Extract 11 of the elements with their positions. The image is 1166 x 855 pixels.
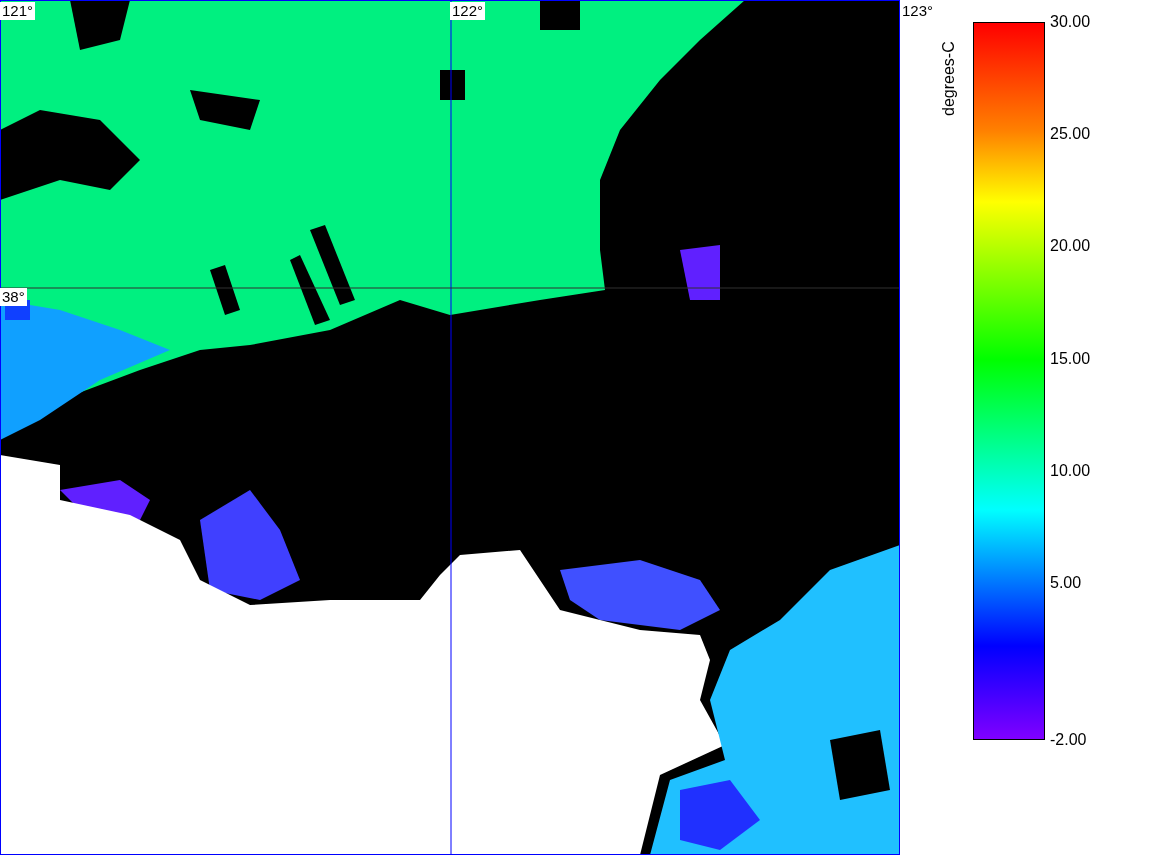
longitude-label: 121° (0, 2, 36, 20)
colorbar-title: degrees-C (940, 41, 958, 116)
scale-tick-label: 25.00 (1050, 125, 1091, 144)
scale-tick-label: 20.00 (1050, 237, 1091, 256)
scale-tick-label: 10.00 (1050, 461, 1091, 480)
scale-tick-label: 5.00 (1050, 573, 1082, 592)
scale-tick-label: -2.00 (1050, 731, 1087, 749)
longitude-label: 122° (450, 2, 486, 20)
scale-tick-label: 30.00 (1050, 13, 1091, 31)
scale-tick-label: 15.00 (1050, 349, 1091, 368)
latitude-label: 38° (0, 288, 27, 306)
